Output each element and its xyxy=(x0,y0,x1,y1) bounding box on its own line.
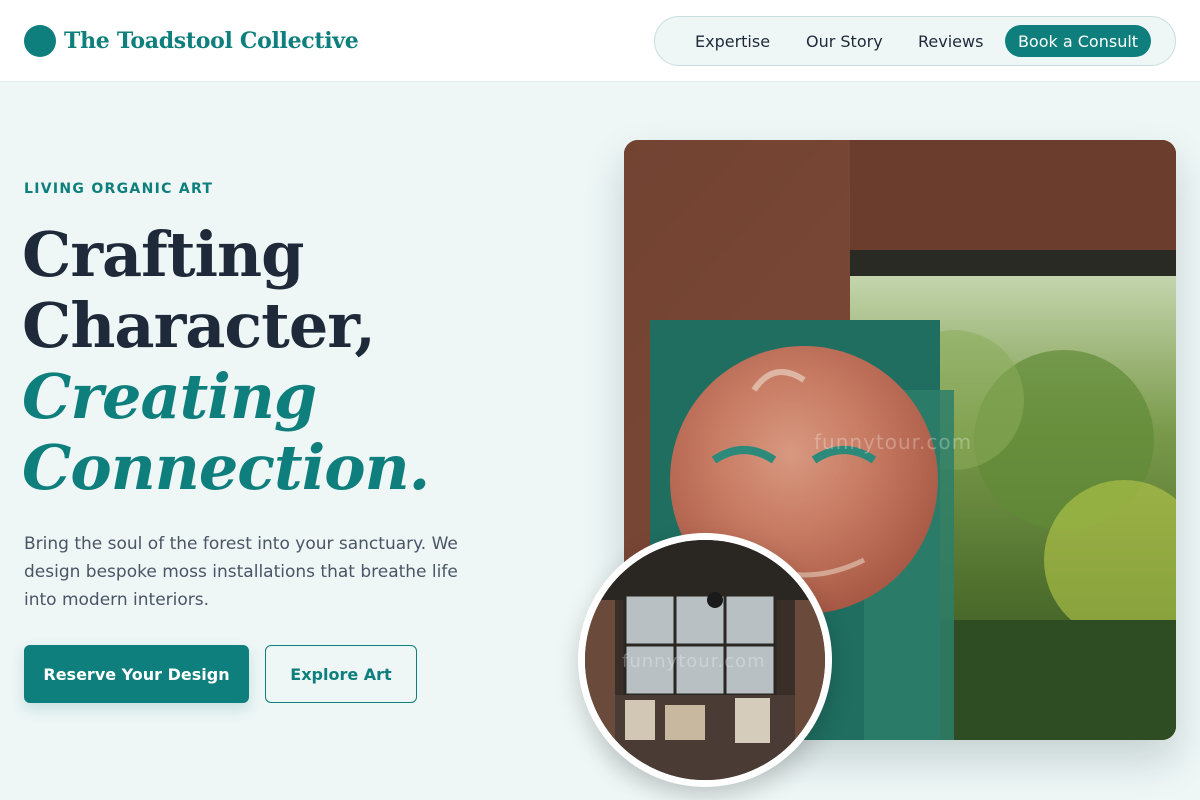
main-nav: Expertise Our Story Reviews Book a Consu… xyxy=(654,16,1176,66)
inset-watermark: funnytour.com xyxy=(622,651,766,672)
nav-link-reviews[interactable]: Reviews xyxy=(918,32,983,51)
hero-subcopy: Bring the soul of the forest into your s… xyxy=(24,534,458,610)
brand-name: The Toadstool Collective xyxy=(64,28,359,54)
headline-accent-line-1: Creating xyxy=(22,360,317,433)
image-watermark: funnytour.com xyxy=(814,430,973,454)
inset-studio-image: funnytour.com xyxy=(578,533,832,787)
explore-art-button[interactable]: Explore Art xyxy=(265,645,417,703)
reserve-design-button[interactable]: Reserve Your Design xyxy=(24,645,249,703)
hero-headline: Crafting Character, Creating Connection. xyxy=(22,218,430,504)
site-header: The Toadstool Collective Expertise Our S… xyxy=(0,0,1200,82)
book-consult-button[interactable]: Book a Consult xyxy=(1005,25,1151,57)
headline-line-1: Crafting xyxy=(22,218,304,291)
brand-logo[interactable]: The Toadstool Collective xyxy=(24,25,359,57)
nav-link-expertise[interactable]: Expertise xyxy=(695,32,770,51)
hero-eyebrow: LIVING ORGANIC ART xyxy=(24,181,214,197)
headline-line-2: Character, xyxy=(22,289,376,362)
logo-mark-icon xyxy=(24,25,56,57)
headline-accent-line-2: Connection. xyxy=(22,431,430,504)
nav-link-our-story[interactable]: Our Story xyxy=(806,32,883,51)
